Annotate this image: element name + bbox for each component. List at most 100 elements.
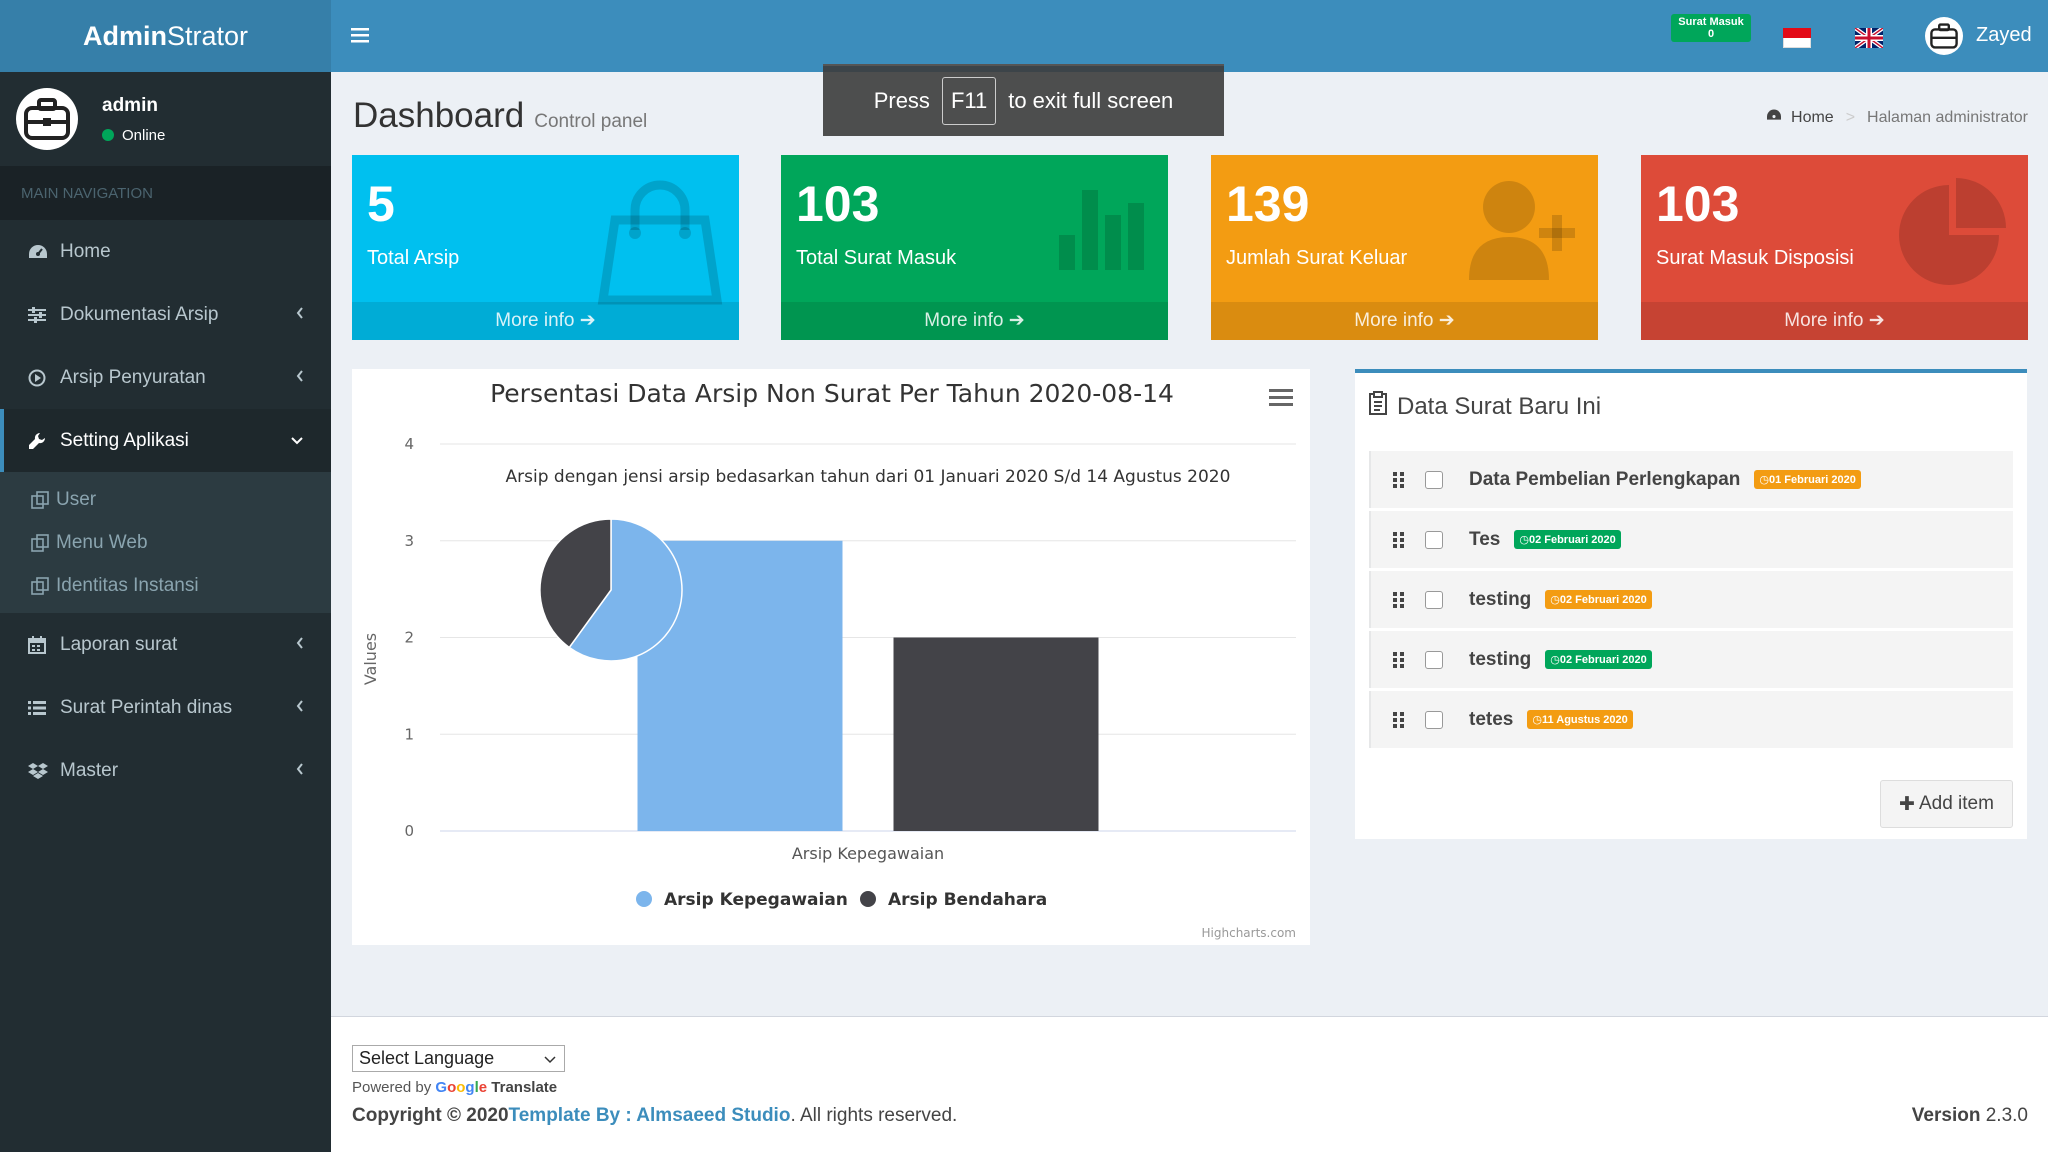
x-category-label: Arsip Kepegawaian bbox=[792, 844, 944, 863]
user-panel: admin Online bbox=[0, 72, 331, 166]
breadcrumb-current: Halaman administrator bbox=[1867, 108, 2028, 126]
date-badge-text: 11 Agustus 2020 bbox=[1541, 714, 1628, 726]
todo-text: testing bbox=[1469, 648, 1532, 670]
rights-text: . All rights reserved. bbox=[790, 1105, 958, 1126]
date-badge: ◷01 Februari 2020 bbox=[1754, 470, 1861, 489]
more-info-link[interactable]: More info ➔ bbox=[1641, 302, 2028, 340]
more-info-link[interactable]: More info ➔ bbox=[781, 302, 1168, 340]
google-logo[interactable]: Google bbox=[435, 1079, 487, 1096]
sidebar-item-setting-aplikasi[interactable]: Setting Aplikasi bbox=[0, 409, 331, 472]
todo-item[interactable]: Tes ◷02 Februari 2020 bbox=[1369, 511, 2013, 568]
drag-handle-icon[interactable] bbox=[1393, 471, 1407, 489]
submenu-item-label: Menu Web bbox=[56, 531, 148, 553]
todo-checkbox[interactable] bbox=[1425, 590, 1443, 609]
sidebar-item-label: Master bbox=[60, 759, 119, 781]
todo-checkbox[interactable] bbox=[1425, 710, 1443, 729]
copyright-prefix: Copyright © 2020 bbox=[352, 1105, 509, 1126]
surat-masuk-badge-count: 0 bbox=[1707, 28, 1715, 40]
breadcrumb-home[interactable]: Home bbox=[1791, 109, 1834, 127]
chart-panel: Persentasi Data Arsip Non Surat Per Tahu… bbox=[352, 369, 1310, 945]
surat-masuk-badge-label: Surat Masuk bbox=[1678, 16, 1744, 28]
legend-item[interactable]: Arsip Kepegawaian bbox=[636, 890, 848, 910]
drag-handle-icon[interactable] bbox=[1393, 531, 1407, 549]
arrow-circle-right-icon: ➔ bbox=[1008, 310, 1025, 331]
date-badge-text: 02 Februari 2020 bbox=[1559, 654, 1647, 666]
legend-marker bbox=[860, 891, 876, 907]
sidebar-item-surat-perintah-dinas[interactable]: Surat Perintah dinas bbox=[0, 676, 331, 739]
chevron-left-icon bbox=[295, 761, 305, 783]
clock-icon: ◷ bbox=[1550, 594, 1560, 606]
submenu-item-user[interactable]: User bbox=[0, 478, 331, 521]
more-info-link[interactable]: More info ➔ bbox=[352, 302, 739, 340]
arrow-circle-right-icon: ➔ bbox=[1868, 310, 1885, 331]
sidebar-item-home[interactable]: Home bbox=[0, 220, 331, 283]
y-tick-label: 4 bbox=[404, 435, 414, 453]
todo-text: tetes bbox=[1469, 708, 1514, 730]
submenu-item-menu-web[interactable]: Menu Web bbox=[0, 521, 331, 564]
submenu-item-label: Identitas Instansi bbox=[56, 574, 199, 596]
todo-item[interactable]: Data Pembelian Perlengkapan ◷01 Februari … bbox=[1369, 451, 2013, 508]
date-badge: ◷02 Februari 2020 bbox=[1514, 530, 1621, 549]
copy-icon bbox=[30, 490, 50, 510]
fullscreen-press: Press bbox=[873, 88, 930, 113]
clock-icon: ◷ bbox=[1519, 534, 1529, 546]
user-status[interactable]: Online bbox=[102, 127, 165, 144]
todo-item[interactable]: testing ◷02 Februari 2020 bbox=[1369, 631, 2013, 688]
sidebar-toggle-icon[interactable] bbox=[351, 26, 371, 49]
chevron-left-icon bbox=[295, 305, 305, 327]
stat-value: 5 bbox=[367, 176, 395, 232]
fullscreen-notice: Press F11 to exit full screen bbox=[823, 64, 1224, 136]
stat-box-total-surat-masuk: 103 Total Surat Masuk More info ➔ bbox=[781, 155, 1168, 340]
top-user-name[interactable]: Zayed bbox=[1976, 24, 2032, 47]
panel-title: Data Surat Baru Ini bbox=[1369, 391, 1601, 422]
user-avatar-icon[interactable] bbox=[1925, 17, 1963, 55]
y-tick-label: 2 bbox=[404, 629, 414, 647]
sidebar-item-label: Dokumentasi Arsip bbox=[60, 303, 219, 325]
legend-item[interactable]: Arsip Bendahara bbox=[860, 890, 1047, 910]
chart-menu-icon[interactable] bbox=[1269, 389, 1293, 406]
sidebar-item-dokumentasi-arsip[interactable]: Dokumentasi Arsip bbox=[0, 283, 331, 346]
briefcase-avatar-icon bbox=[24, 98, 70, 140]
uk-flag-icon[interactable] bbox=[1853, 26, 1885, 50]
add-item-button[interactable]: ✚ Add item bbox=[1880, 780, 2013, 828]
dashboard-icon bbox=[28, 243, 52, 261]
sidebar-item-label: Setting Aplikasi bbox=[60, 429, 189, 451]
sidebar-item-arsip-penyuratan[interactable]: Arsip Penyuratan bbox=[0, 346, 331, 409]
chevron-down-icon bbox=[544, 1048, 556, 1069]
surat-masuk-notification[interactable]: Surat Masuk 0 bbox=[1671, 14, 1751, 42]
chevron-left-icon bbox=[295, 698, 305, 720]
sidebar-item-master[interactable]: Master bbox=[0, 739, 331, 802]
todo-text: Data Pembelian Perlengkapan bbox=[1469, 468, 1741, 490]
add-item-label: Add item bbox=[1918, 793, 1994, 814]
clipboard-icon bbox=[1369, 391, 1387, 422]
indonesia-flag-icon[interactable] bbox=[1783, 28, 1811, 48]
submenu-item-identitas-instansi[interactable]: Identitas Instansi bbox=[0, 564, 331, 607]
pie-chart-icon bbox=[1894, 175, 2014, 300]
sidebar-item-label: Home bbox=[60, 240, 111, 262]
shopping-bag-icon bbox=[595, 175, 725, 310]
bar-arsip-bendahara bbox=[893, 637, 1099, 831]
drag-handle-icon[interactable] bbox=[1393, 591, 1407, 609]
translate-label[interactable]: Translate bbox=[491, 1079, 557, 1096]
page-title: Dashboard Control panel bbox=[353, 96, 647, 136]
stat-box-total-arsip: 5 Total Arsip More info ➔ bbox=[352, 155, 739, 340]
drag-handle-icon[interactable] bbox=[1393, 651, 1407, 669]
todo-checkbox[interactable] bbox=[1425, 470, 1443, 489]
app-logo[interactable]: Admin Strator bbox=[0, 0, 331, 72]
drag-handle-icon[interactable] bbox=[1393, 711, 1407, 729]
fullscreen-rest: to exit full screen bbox=[1008, 88, 1174, 113]
page-subtitle: Control panel bbox=[534, 111, 648, 132]
todo-checkbox[interactable] bbox=[1425, 530, 1443, 549]
language-select[interactable]: Select Language bbox=[352, 1045, 565, 1072]
more-info-link[interactable]: More info ➔ bbox=[1211, 302, 1598, 340]
todo-checkbox[interactable] bbox=[1425, 650, 1443, 669]
list-icon bbox=[28, 700, 52, 716]
clock-icon: ◷ bbox=[1759, 474, 1769, 486]
y-tick-label: 3 bbox=[404, 532, 414, 550]
template-by-link[interactable]: Template By : Almsaeed Studio bbox=[509, 1105, 791, 1126]
todo-item[interactable]: testing ◷02 Februari 2020 bbox=[1369, 571, 2013, 628]
sidebar-item-laporan-surat[interactable]: Laporan surat bbox=[0, 613, 331, 676]
submenu-setting-aplikasi: User Menu Web Identitas Instansi bbox=[0, 472, 331, 613]
version-number: 2.3.0 bbox=[1985, 1105, 2028, 1126]
todo-item[interactable]: tetes ◷11 Agustus 2020 bbox=[1369, 691, 2013, 748]
